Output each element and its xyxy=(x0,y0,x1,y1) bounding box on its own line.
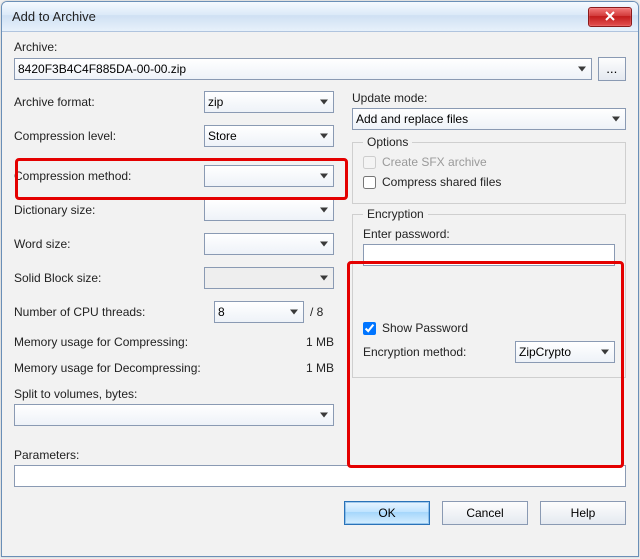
enter-password-label: Enter password: xyxy=(363,227,615,241)
mem-decompress-value: 1 MB xyxy=(306,361,334,375)
archive-format-label: Archive format: xyxy=(14,95,204,109)
cpu-threads-select[interactable] xyxy=(214,301,304,323)
archive-row: ... xyxy=(14,57,626,81)
row-mem-compress: Memory usage for Compressing: 1 MB xyxy=(14,335,334,349)
update-mode-select[interactable] xyxy=(352,108,626,130)
encryption-method-row: Encryption method: xyxy=(363,341,615,363)
show-password-row[interactable]: Show Password xyxy=(363,321,615,335)
options-title: Options xyxy=(363,135,412,149)
row-compression-level: Compression level: xyxy=(14,125,334,147)
left-column: Archive format: Compression level: Compr… xyxy=(14,91,334,438)
row-cpu-threads: Number of CPU threads: / 8 xyxy=(14,301,334,323)
split-label: Split to volumes, bytes: xyxy=(14,387,334,401)
compression-level-select[interactable] xyxy=(204,125,334,147)
close-icon xyxy=(605,11,615,21)
browse-button[interactable]: ... xyxy=(598,57,626,81)
content-area: Archive: ... Archive format: Compression… xyxy=(2,32,638,556)
row-solid-block: Solid Block size: xyxy=(14,267,334,289)
mem-compress-value: 1 MB xyxy=(306,335,334,349)
row-word-size: Word size: xyxy=(14,233,334,255)
options-group: Options Create SFX archive Compress shar… xyxy=(352,142,626,204)
word-size-label: Word size: xyxy=(14,237,204,251)
compression-method-select[interactable] xyxy=(204,165,334,187)
show-password-checkbox[interactable] xyxy=(363,322,376,335)
parameters-section: Parameters: xyxy=(14,448,626,487)
columns: Archive format: Compression level: Compr… xyxy=(14,91,626,438)
right-column: Update mode: Options Create SFX archive … xyxy=(352,91,626,438)
titlebar: Add to Archive xyxy=(2,2,638,32)
password-input[interactable] xyxy=(363,244,615,266)
update-mode-label: Update mode: xyxy=(352,91,626,105)
shared-checkbox[interactable] xyxy=(363,176,376,189)
cpu-threads-label: Number of CPU threads: xyxy=(14,305,214,319)
window-title: Add to Archive xyxy=(8,9,96,24)
compression-level-label: Compression level: xyxy=(14,129,204,143)
dialog-window: Add to Archive Archive: ... Archive form… xyxy=(1,1,639,557)
cpu-threads-total: / 8 xyxy=(310,305,334,319)
cancel-button[interactable]: Cancel xyxy=(442,501,528,525)
archive-path-input[interactable] xyxy=(14,58,592,80)
sfx-checkbox xyxy=(363,156,376,169)
ok-button[interactable]: OK xyxy=(344,501,430,525)
row-dictionary-size: Dictionary size: xyxy=(14,199,334,221)
sfx-checkbox-row: Create SFX archive xyxy=(363,155,615,169)
row-compression-method: Compression method: xyxy=(14,165,334,187)
shared-checkbox-row[interactable]: Compress shared files xyxy=(363,175,615,189)
dictionary-size-select[interactable] xyxy=(204,199,334,221)
shared-label: Compress shared files xyxy=(382,175,501,189)
solid-block-label: Solid Block size: xyxy=(14,271,204,285)
compression-method-label: Compression method: xyxy=(14,169,204,183)
mem-decompress-label: Memory usage for Decompressing: xyxy=(14,361,201,375)
word-size-select[interactable] xyxy=(204,233,334,255)
parameters-label: Parameters: xyxy=(14,448,626,462)
encryption-title: Encryption xyxy=(363,207,428,221)
encryption-method-label: Encryption method: xyxy=(363,345,466,359)
mem-compress-label: Memory usage for Compressing: xyxy=(14,335,188,349)
parameters-input[interactable] xyxy=(14,465,626,487)
split-volumes-select[interactable] xyxy=(14,404,334,426)
row-format: Archive format: xyxy=(14,91,334,113)
help-button[interactable]: Help xyxy=(540,501,626,525)
encryption-group: Encryption Enter password: Show Password… xyxy=(352,214,626,378)
dictionary-size-label: Dictionary size: xyxy=(14,203,204,217)
sfx-label: Create SFX archive xyxy=(382,155,487,169)
footer-buttons: OK Cancel Help xyxy=(14,501,626,525)
archive-format-select[interactable] xyxy=(204,91,334,113)
row-split xyxy=(14,404,334,426)
encryption-method-select[interactable] xyxy=(515,341,615,363)
solid-block-select xyxy=(204,267,334,289)
show-password-label: Show Password xyxy=(382,321,468,335)
close-button[interactable] xyxy=(588,7,632,27)
row-mem-decompress: Memory usage for Decompressing: 1 MB xyxy=(14,361,334,375)
archive-label: Archive: xyxy=(14,40,626,54)
